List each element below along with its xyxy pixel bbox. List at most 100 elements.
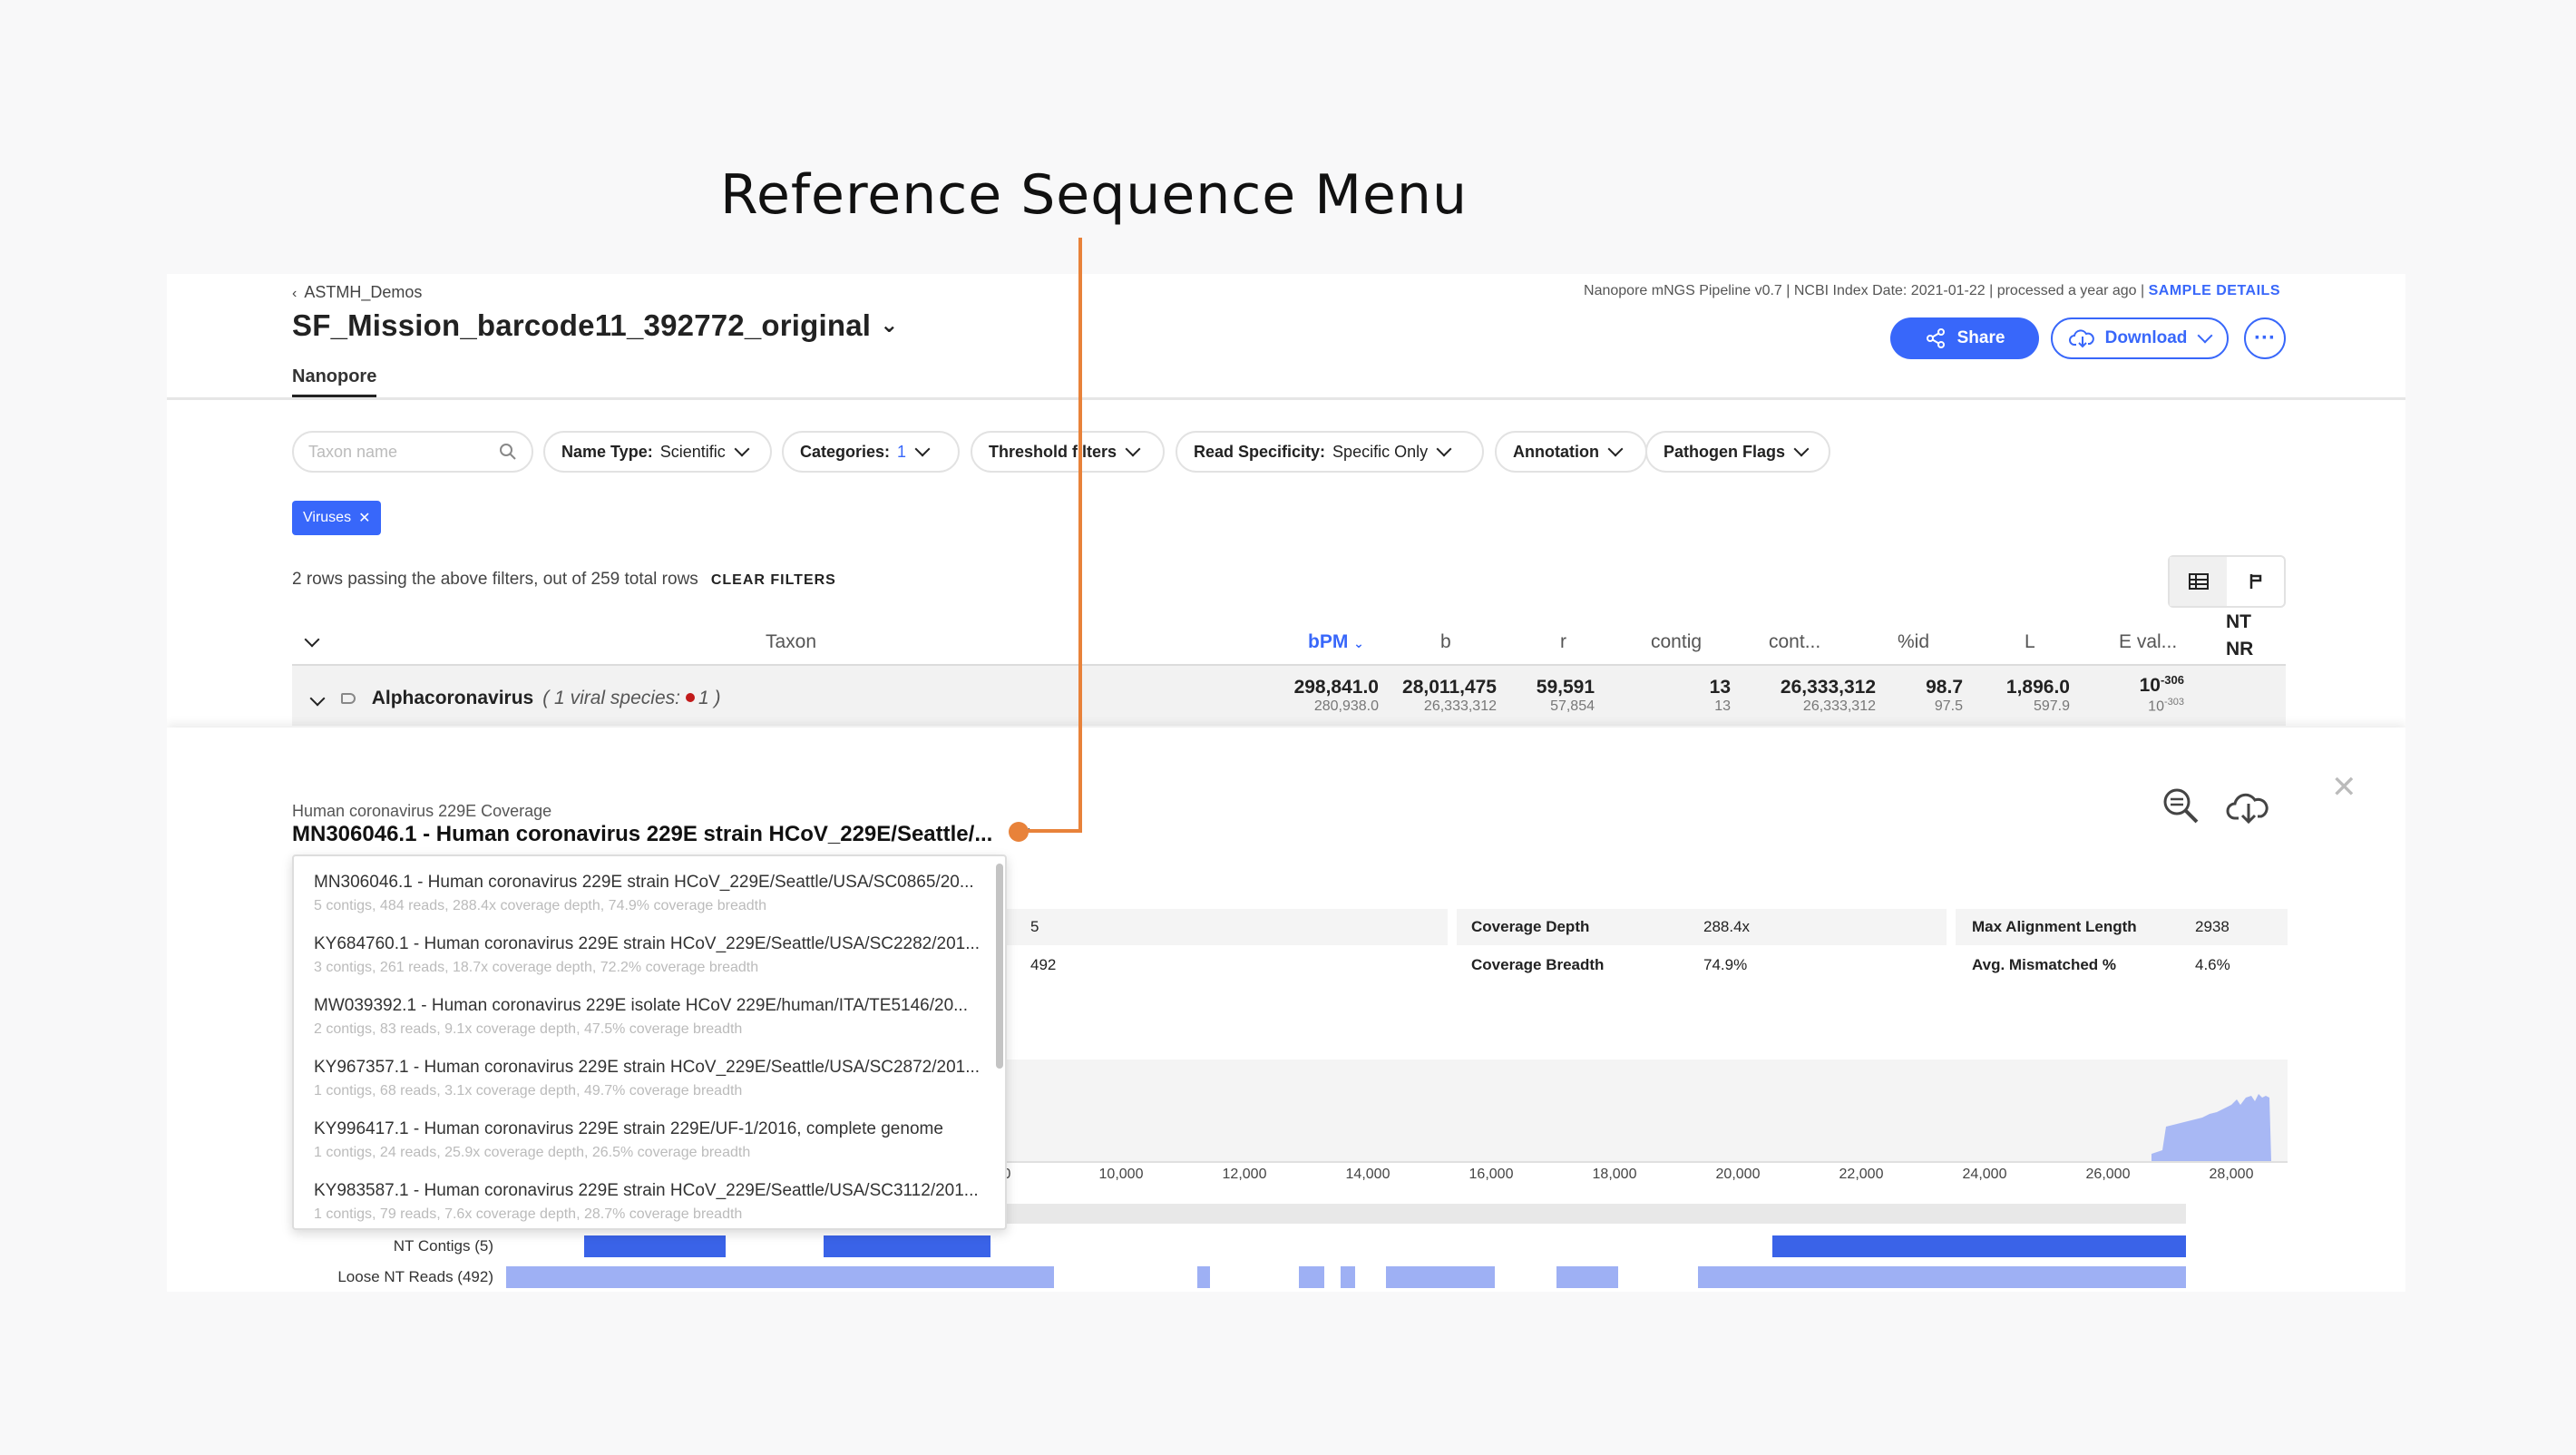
stats-column-3: Max Alignment Length 2938 Avg. Mismatche… <box>1956 909 2288 983</box>
menu-item[interactable]: KY983587.1 - Human coronavirus 229E stra… <box>314 1181 985 1223</box>
menu-item[interactable]: KY996417.1 - Human coronavirus 229E stra… <box>314 1119 985 1161</box>
col-b[interactable]: b <box>1440 631 1451 653</box>
stat-mismatch-label: Avg. Mismatched % <box>1972 956 2117 973</box>
col-r[interactable]: r <box>1560 631 1566 653</box>
cell-percent-id-value: 98.7 <box>1926 677 1963 698</box>
coverage-panel: Human coronavirus 229E Coverage MN306046… <box>167 728 2405 1292</box>
clear-filters-button[interactable]: CLEAR FILTERS <box>711 572 836 588</box>
name-type-value: Scientific <box>659 442 726 461</box>
read-segment[interactable] <box>1698 1266 2186 1288</box>
pipeline-info-text: Nanopore mNGS Pipeline v0.7 | NCBI Index… <box>1584 283 2145 298</box>
menu-scrollbar[interactable] <box>996 864 1003 1069</box>
menu-item[interactable]: KY684760.1 - Human coronavirus 229E stra… <box>314 934 985 976</box>
cell-alignment-length-sub: 597.9 <box>2033 698 2070 714</box>
col-contig-reads[interactable]: cont... <box>1769 631 1820 653</box>
pathogen-flags-label: Pathogen Flags <box>1664 442 1786 461</box>
col-bpm[interactable]: bPM ⌄ <box>1308 631 1364 653</box>
read-segment[interactable] <box>1299 1266 1324 1288</box>
coverage-histogram[interactable] <box>1003 1060 2288 1161</box>
cell-b-sub: 26,333,312 <box>1423 698 1497 714</box>
menu-item-title: KY983587.1 - Human coronavirus 229E stra… <box>314 1181 979 1200</box>
menu-item-title: KY996417.1 - Human coronavirus 229E stra… <box>314 1119 943 1138</box>
taxon-cell: Alphacoronavirus ( 1 viral species: 1 ) <box>308 688 720 709</box>
taxon-name[interactable]: Alphacoronavirus <box>372 688 534 708</box>
download-button[interactable]: Download <box>2051 317 2229 359</box>
axis-tick: 10,000 <box>1098 1167 1144 1182</box>
cell-alignment-length-value: 1,896.0 <box>2005 677 2070 698</box>
rows-summary: 2 rows passing the above filters, out of… <box>292 570 836 590</box>
stats-column-1: 5 492 <box>1003 909 1448 983</box>
axis-tick: 28,000 <box>2209 1167 2254 1182</box>
col-nr[interactable]: NR <box>2226 639 2253 660</box>
threshold-filter[interactable]: Threshold filters <box>971 431 1165 473</box>
close-icon[interactable]: ✕ <box>2331 769 2357 806</box>
taxon-meta: ( 1 viral species: <box>542 688 680 708</box>
breadcrumb[interactable]: ‹ ASTMH_Demos <box>292 283 422 302</box>
tree-view-button[interactable] <box>2227 557 2284 606</box>
stat-coverage-depth-value: 288.4x <box>1703 918 1751 935</box>
sort-desc-icon: ⌄ <box>1353 636 1364 650</box>
coverage-histogram-bars <box>2152 1094 2271 1161</box>
read-segment[interactable] <box>1386 1266 1495 1288</box>
menu-item-title: MN306046.1 - Human coronavirus 229E stra… <box>314 873 974 892</box>
categories-count: 1 <box>897 442 907 461</box>
read-specificity-filter[interactable]: Read Specificity: Specific Only <box>1176 431 1484 473</box>
contig-segment[interactable] <box>824 1235 990 1257</box>
categories-label: Categories: <box>800 442 891 461</box>
contig-segment[interactable] <box>584 1235 726 1257</box>
read-segment[interactable] <box>506 1266 1054 1288</box>
more-options-button[interactable]: ··· <box>2244 317 2286 359</box>
chevron-down-icon <box>1793 441 1810 457</box>
read-segment[interactable] <box>1556 1266 1618 1288</box>
sample-selector[interactable]: SF_Mission_barcode11_392772_original ⌄ <box>292 308 899 343</box>
cell-r-sub: 57,854 <box>1550 698 1595 714</box>
menu-item[interactable]: MN306046.1 - Human coronavirus 229E stra… <box>314 873 985 914</box>
pathogen-flags-filter[interactable]: Pathogen Flags <box>1645 431 1830 473</box>
table-view-button[interactable] <box>2170 557 2227 606</box>
zoom-in-icon[interactable] <box>2161 786 2200 830</box>
col-contig[interactable]: contig <box>1651 631 1702 653</box>
contig-segment[interactable] <box>1772 1235 2186 1257</box>
share-icon <box>1926 328 1945 348</box>
menu-item[interactable]: MW039392.1 - Human coronavirus 229E isol… <box>314 996 985 1038</box>
cell-contig-reads-sub: 26,333,312 <box>1802 698 1876 714</box>
sample-details-link[interactable]: SAMPLE DETAILS <box>2149 283 2280 298</box>
stat-reads-value: 492 <box>1030 956 1057 973</box>
categories-filter[interactable]: Categories: 1 <box>782 431 960 473</box>
annotation-filter[interactable]: Annotation <box>1495 431 1647 473</box>
share-button[interactable]: Share <box>1890 317 2039 359</box>
menu-item-title: KY967357.1 - Human coronavirus 229E stra… <box>314 1058 981 1077</box>
read-segment[interactable] <box>1197 1266 1210 1288</box>
read-segment[interactable] <box>1341 1266 1355 1288</box>
name-type-filter[interactable]: Name Type: Scientific <box>543 431 772 473</box>
histogram-axis <box>1003 1161 2288 1163</box>
col-alignment-length[interactable]: L <box>2025 631 2035 653</box>
cloud-download-icon[interactable] <box>2226 789 2271 830</box>
close-icon[interactable]: ✕ <box>358 509 370 527</box>
chevron-left-icon: ‹ <box>292 286 298 301</box>
filter-tag-viruses[interactable]: Viruses ✕ <box>292 501 382 535</box>
col-e-value[interactable]: E val... <box>2119 631 2177 653</box>
reference-sequence-select[interactable]: MN306046.1 - Human coronavirus 229E stra… <box>292 822 1031 847</box>
menu-item-subtitle: 1 contigs, 24 reads, 25.9x coverage dept… <box>314 1145 751 1160</box>
cell-e-value-exp: -306 <box>2160 673 2184 687</box>
tab-nanopore[interactable]: Nanopore <box>292 366 377 398</box>
search-placeholder: Taxon name <box>308 442 398 461</box>
cell-contig-sub: 13 <box>1714 698 1731 714</box>
axis-tick: 16,000 <box>1469 1167 1514 1182</box>
rows-summary-text: 2 rows passing the above filters, out of… <box>292 570 698 589</box>
cell-r: 59,591 57,854 <box>1509 677 1595 715</box>
expand-all-toggle[interactable] <box>303 631 320 649</box>
menu-item[interactable]: KY967357.1 - Human coronavirus 229E stra… <box>314 1058 985 1099</box>
col-taxon[interactable]: Taxon <box>766 631 816 653</box>
menu-item-subtitle: 1 contigs, 68 reads, 3.1x coverage depth… <box>314 1083 743 1099</box>
cell-contig-reads-value: 26,333,312 <box>1780 677 1876 698</box>
annotation-pointer-line <box>1078 238 1082 833</box>
cell-b: 28,011,475 26,333,312 <box>1382 677 1497 715</box>
chevron-down-icon[interactable] <box>309 690 326 707</box>
col-percent-id[interactable]: %id <box>1898 631 1929 653</box>
stats-column-2: Coverage Depth 288.4x Coverage Breadth 7… <box>1457 909 1947 983</box>
taxon-search-input[interactable]: Taxon name <box>292 431 533 473</box>
view-toggle <box>2168 555 2286 608</box>
col-nt[interactable]: NT <box>2226 611 2251 633</box>
